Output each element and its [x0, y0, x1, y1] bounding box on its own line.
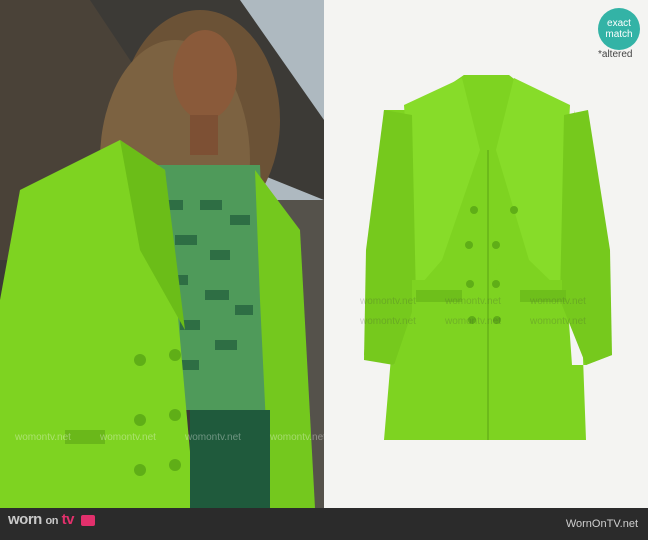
scene-photo: [0, 0, 324, 508]
altered-note: *altered: [598, 49, 633, 60]
logo-on: on: [45, 515, 59, 527]
blazer-product-illustration: [364, 75, 612, 440]
scene-illustration: [0, 0, 324, 508]
exact-match-badge: exact match: [598, 8, 640, 50]
wornontv-logo[interactable]: worn on tv: [8, 511, 95, 528]
footer-bar: [0, 508, 648, 540]
logo-tv: tv: [61, 511, 75, 528]
badge-line1: exact: [607, 18, 631, 29]
logo-worn: worn: [8, 511, 42, 528]
badge-line2: match: [605, 29, 633, 40]
site-credit[interactable]: WornOnTV.net: [566, 518, 638, 530]
product-photo: [324, 0, 648, 508]
tv-icon: [80, 514, 95, 526]
